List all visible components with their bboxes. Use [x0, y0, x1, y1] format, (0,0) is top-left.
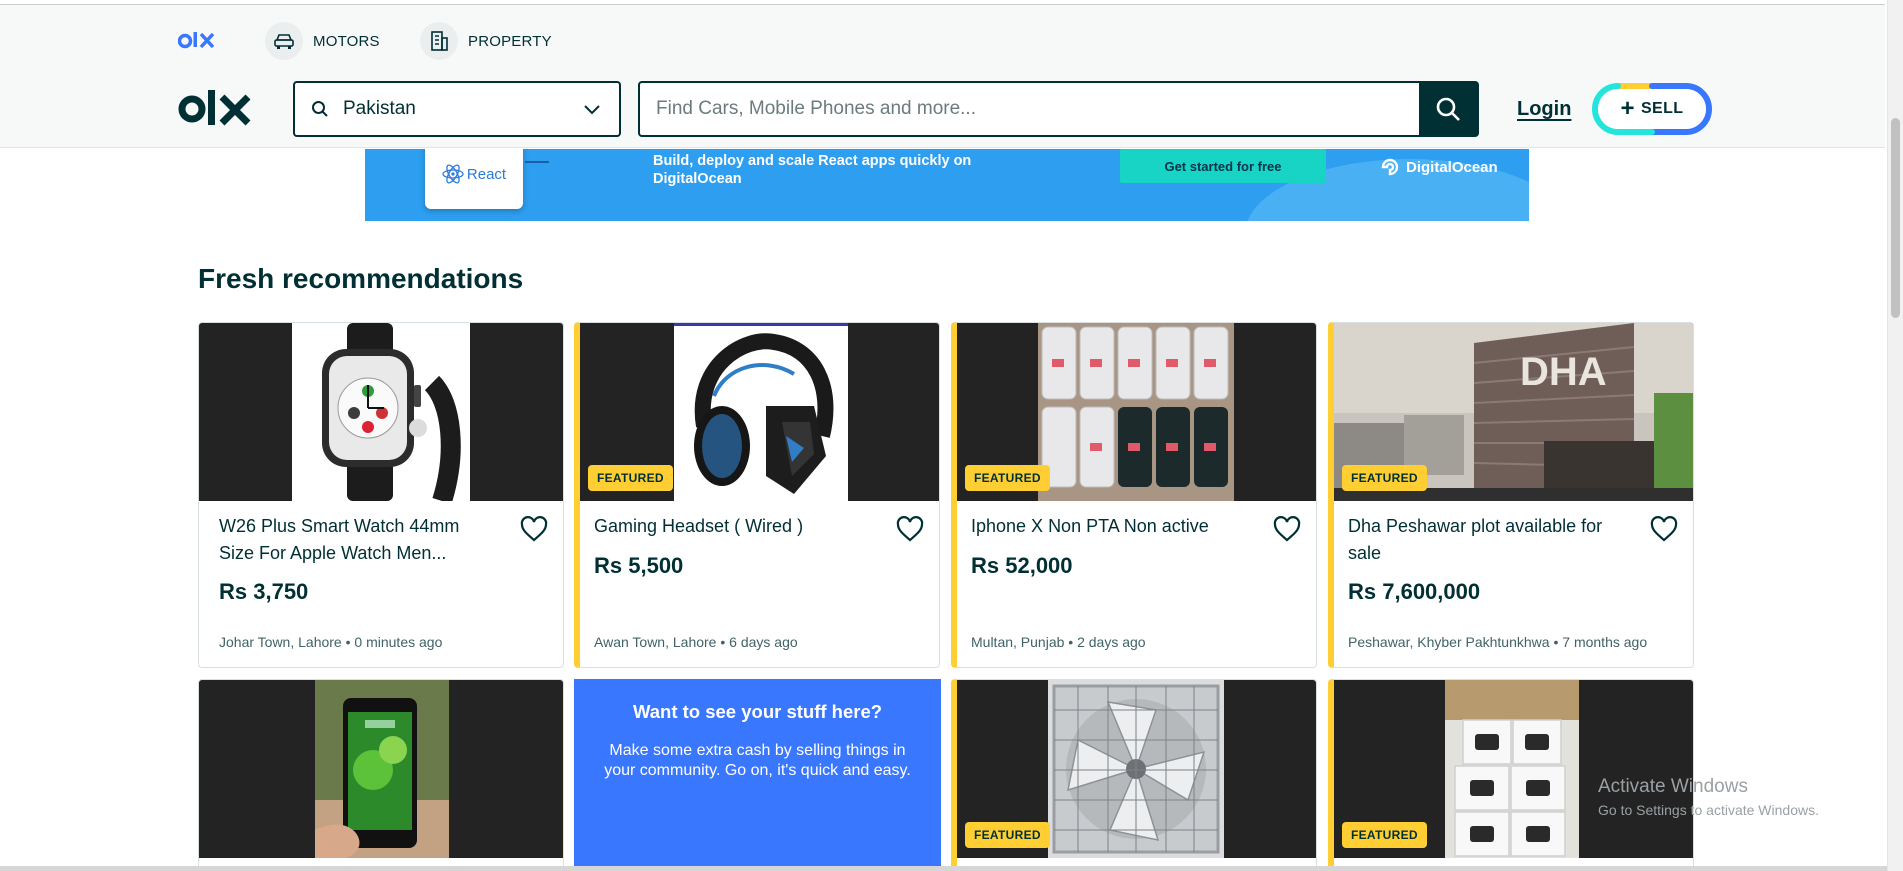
meta-separator: • — [1068, 634, 1078, 650]
listing-card[interactable] — [198, 679, 564, 871]
section-title: Fresh recommendations — [198, 263, 524, 294]
listing-price: Rs 7,600,000 — [1348, 579, 1481, 604]
listing-card[interactable]: FEATURED — [1328, 679, 1694, 871]
olx-logo[interactable] — [178, 87, 254, 131]
listing-location: Peshawar, Khyber Pakhtunkhwa — [1348, 634, 1550, 650]
windows-activation-watermark: Activate Windows Go to Settings to activ… — [1598, 776, 1819, 818]
sell-promo-card[interactable]: Want to see your stuff here? Make some e… — [574, 679, 941, 871]
location-selector[interactable]: Pakistan — [293, 81, 621, 137]
react-card: React — [425, 149, 523, 209]
promo-text: Make some extra cash by selling things i… — [604, 742, 911, 779]
listing-card[interactable]: FEATURED Gaming Headset ( Wired ) Rs 5,5… — [574, 322, 940, 668]
iphones-photo — [1038, 323, 1234, 501]
page-scrollbar[interactable] — [1887, 0, 1903, 871]
listing-card[interactable]: FEATURED Iphone X Non PTA Non active Rs … — [951, 322, 1317, 668]
bottom-edge — [0, 866, 1887, 871]
listing-card[interactable]: W26 Plus Smart Watch 44mm Size For Apple… — [198, 322, 564, 668]
meta-separator: • — [720, 634, 730, 650]
smartwatch-photo — [292, 323, 470, 501]
heart-icon[interactable] — [1649, 514, 1679, 544]
meta-separator: • — [1553, 634, 1563, 650]
watermark-line1: Activate Windows — [1598, 776, 1748, 797]
listing-title: W26 Plus Smart Watch 44mm Size For Apple… — [219, 516, 460, 563]
react-icon — [442, 164, 464, 184]
listing-time: 6 days ago — [729, 634, 798, 650]
dha-sign-graphic: DHA — [1520, 350, 1607, 394]
listing-image — [199, 323, 563, 501]
featured-badge: FEATURED — [965, 822, 1050, 848]
building-icon — [420, 22, 458, 60]
category-motors[interactable]: MOTORS — [265, 21, 380, 61]
digitalocean-label: DigitalOcean — [1406, 158, 1498, 176]
search-button[interactable] — [1419, 83, 1477, 135]
chevron-down-icon — [584, 105, 600, 115]
listing-meta: Peshawar, Khyber Pakhtunkhwa • 7 months … — [1348, 634, 1647, 650]
search-icon — [312, 101, 328, 117]
product-boxes-photo — [1445, 680, 1579, 858]
listing-location: Multan, Punjab — [971, 634, 1065, 650]
scrollbar-thumb[interactable] — [1891, 118, 1900, 318]
listing-price: Rs 5,500 — [594, 553, 684, 578]
listing-location: Johar Town, Lahore — [219, 634, 342, 650]
search-input[interactable] — [640, 83, 1419, 135]
login-link[interactable]: Login — [1517, 98, 1571, 121]
plus-icon: + — [1620, 95, 1635, 122]
featured-badge: FEATURED — [588, 465, 673, 491]
banner-text: Build, deploy and scale React apps quick… — [653, 153, 972, 187]
heart-icon[interactable] — [519, 514, 549, 544]
listing-price: Rs 3,750 — [219, 579, 309, 604]
listing-meta: Johar Town, Lahore • 0 minutes ago — [219, 634, 442, 650]
listing-title: Iphone X Non PTA Non active — [971, 516, 1209, 536]
listing-image: FEATURED — [1334, 680, 1693, 858]
heart-icon[interactable] — [895, 514, 925, 544]
site-header: MOTORS PROPERTY Pakistan Login — [0, 5, 1885, 148]
category-property-label: PROPERTY — [468, 32, 552, 50]
listing-time: 7 months ago — [1562, 634, 1648, 650]
banner-cta-button[interactable]: Get started for free — [1120, 149, 1326, 183]
sell-button-label: + SELL — [1598, 89, 1706, 129]
listing-meta: Awan Town, Lahore • 6 days ago — [594, 634, 798, 650]
listing-price: Rs 52,000 — [971, 553, 1073, 578]
listing-meta: Multan, Punjab • 2 days ago — [971, 634, 1146, 650]
digitalocean-icon — [1381, 158, 1399, 176]
watermark-line2: Go to Settings to activate Windows. — [1598, 802, 1819, 818]
exhaust-fan-photo — [1048, 680, 1224, 858]
listing-card[interactable]: DHA FEATURED Dha Peshawar plot available… — [1328, 322, 1694, 668]
featured-badge: FEATURED — [965, 465, 1050, 491]
heart-icon[interactable] — [1272, 514, 1302, 544]
page: MOTORS PROPERTY Pakistan Login — [0, 0, 1903, 871]
react-label: React — [466, 165, 507, 183]
listing-image: FEATURED — [957, 323, 1316, 501]
banner-divider — [525, 161, 549, 163]
listing-image — [199, 680, 563, 858]
listing-title: Gaming Headset ( Wired ) — [594, 516, 804, 536]
olx-small-logo[interactable] — [178, 29, 220, 53]
featured-badge: FEATURED — [1342, 465, 1427, 491]
listing-image: DHA FEATURED — [1334, 323, 1693, 501]
search-bar — [638, 81, 1479, 137]
listing-time: 0 minutes ago — [354, 634, 443, 650]
listing-image: FEATURED — [580, 323, 939, 501]
listing-title: Dha Peshawar plot available for sale — [1348, 516, 1603, 563]
featured-badge: FEATURED — [1342, 822, 1427, 848]
category-property[interactable]: PROPERTY — [420, 21, 552, 61]
listing-image: FEATURED — [957, 680, 1316, 858]
promo-title: Want to see your stuff here? — [632, 701, 883, 722]
location-value: Pakistan — [343, 98, 416, 119]
phone-photo — [315, 680, 449, 858]
digitalocean-brand: DigitalOcean — [1380, 157, 1498, 177]
ad-banner[interactable]: React Build, deploy and scale React apps… — [365, 149, 1529, 221]
listing-location: Awan Town, Lahore — [594, 634, 717, 650]
headset-photo — [674, 323, 848, 501]
car-icon — [265, 22, 303, 60]
search-icon — [1436, 97, 1460, 121]
sell-label: SELL — [1640, 100, 1684, 117]
listing-time: 2 days ago — [1077, 634, 1146, 650]
sell-button[interactable]: + SELL — [1592, 83, 1712, 135]
category-motors-label: MOTORS — [313, 32, 380, 50]
listing-card[interactable]: FEATURED — [951, 679, 1317, 871]
